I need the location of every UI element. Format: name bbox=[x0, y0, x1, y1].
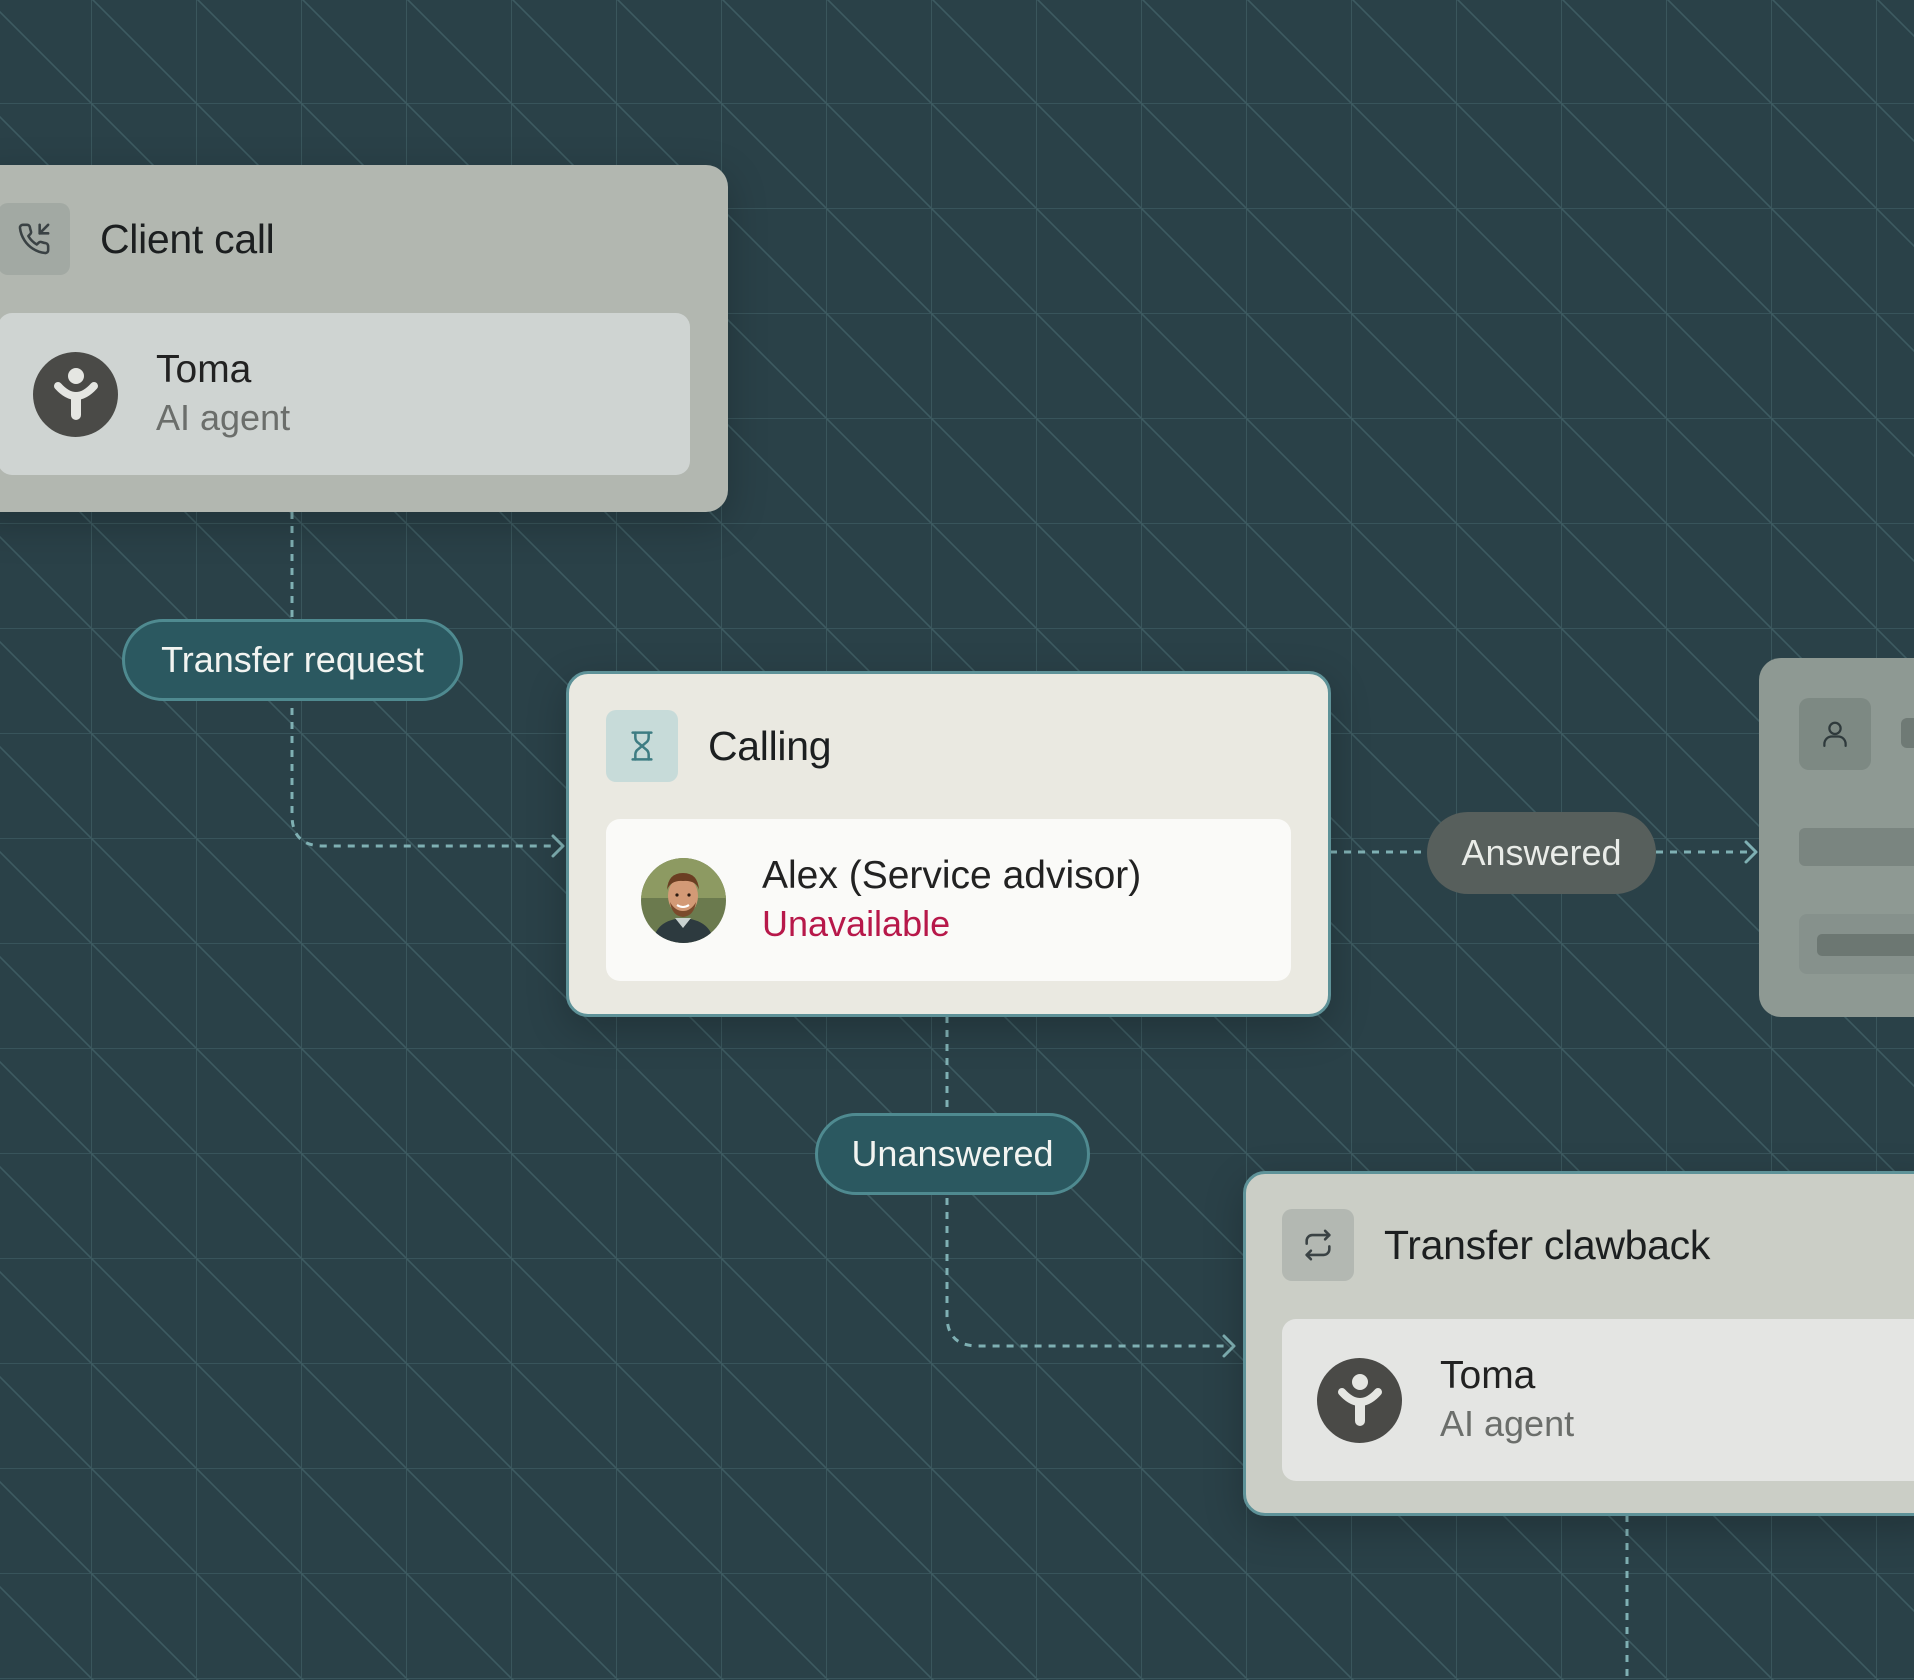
clawback-agent-row[interactable]: Toma AI agent bbox=[1282, 1319, 1914, 1481]
unanswered-label: Unanswered bbox=[851, 1133, 1054, 1174]
answered-target-card[interactable] bbox=[1759, 658, 1914, 1017]
agent-role: AI agent bbox=[156, 397, 291, 438]
ai-agent-icon bbox=[33, 351, 118, 437]
client-call-title: Client call bbox=[100, 215, 275, 262]
transfer-clawback-title: Transfer clawback bbox=[1384, 1221, 1711, 1268]
client-call-card[interactable]: Client call Toma AI agent bbox=[0, 165, 728, 512]
user-icon bbox=[1799, 698, 1871, 770]
repeat-icon bbox=[1282, 1209, 1354, 1281]
answered-label: Answered bbox=[1461, 832, 1622, 873]
transfer-clawback-card[interactable]: Transfer clawback Toma AI agent bbox=[1243, 1171, 1914, 1516]
ai-agent-icon bbox=[1317, 1357, 1402, 1443]
advisor-status: Unavailable bbox=[762, 903, 951, 944]
phone-incoming-icon bbox=[0, 203, 70, 275]
transfer-request-label: Transfer request bbox=[161, 639, 424, 680]
unanswered-pill[interactable]: Unanswered bbox=[815, 1113, 1090, 1195]
answered-pill[interactable]: Answered bbox=[1427, 812, 1656, 894]
calling-title: Calling bbox=[708, 722, 832, 769]
placeholder-row bbox=[1799, 828, 1914, 866]
agent-name: Toma bbox=[156, 348, 252, 391]
advisor-name: Alex (Service advisor) bbox=[762, 854, 1142, 897]
calling-card[interactable]: Calling Alex (Service advisor) Unavailab… bbox=[566, 671, 1331, 1017]
placeholder-title-bar bbox=[1901, 718, 1914, 748]
transfer-request-pill[interactable]: Transfer request bbox=[122, 619, 463, 701]
hourglass-icon bbox=[606, 710, 678, 782]
advisor-avatar bbox=[641, 857, 726, 943]
agent-name: Toma bbox=[1440, 1354, 1536, 1397]
calling-contact-row[interactable]: Alex (Service advisor) Unavailable bbox=[606, 819, 1291, 981]
agent-role: AI agent bbox=[1440, 1403, 1575, 1444]
placeholder-row-secondary bbox=[1799, 914, 1914, 974]
client-call-agent-row[interactable]: Toma AI agent bbox=[0, 313, 690, 475]
